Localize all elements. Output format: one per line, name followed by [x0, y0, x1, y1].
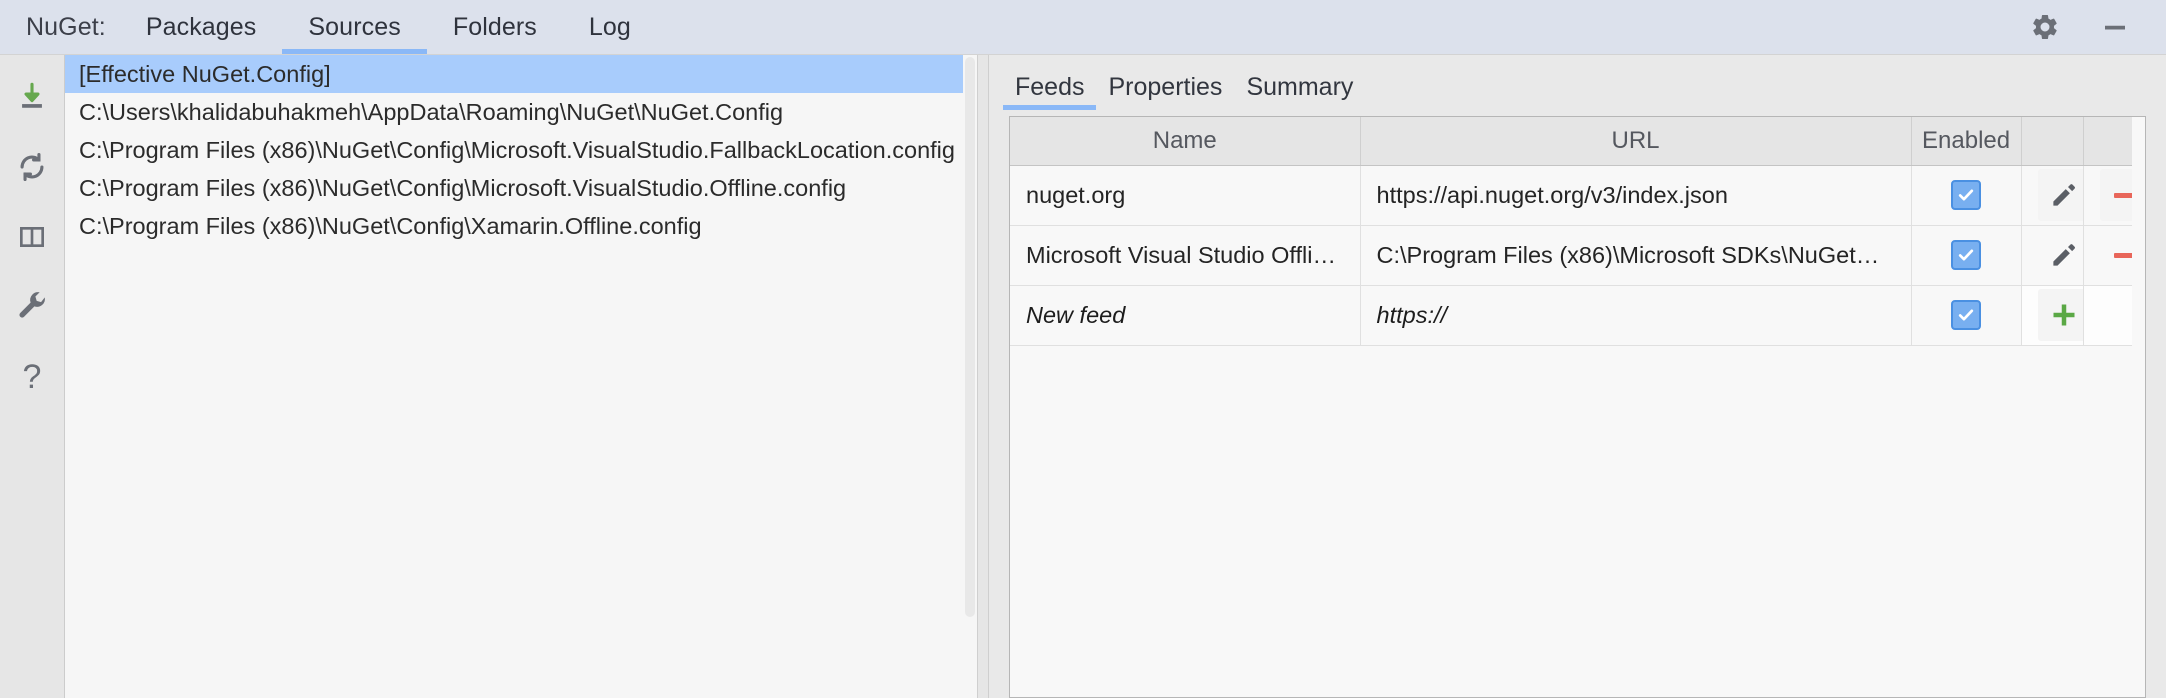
help-icon[interactable]: ? [8, 353, 56, 401]
table-row[interactable]: New feed https:// [1010, 285, 2145, 345]
tab-properties-label: Properties [1108, 73, 1222, 101]
list-item[interactable]: C:\Users\khalidabuhakmeh\AppData\Roaming… [65, 93, 977, 131]
list-item-label: C:\Program Files (x86)\NuGet\Config\Micr… [79, 175, 846, 202]
tab-sources[interactable]: Sources [282, 0, 426, 54]
column-header-enabled[interactable]: Enabled [1911, 117, 2021, 165]
list-item-label: C:\Program Files (x86)\NuGet\Config\Xama… [79, 213, 702, 240]
split-panel-icon[interactable] [8, 213, 56, 261]
cell-name[interactable]: New feed [1010, 285, 1360, 345]
tab-properties[interactable]: Properties [1096, 75, 1234, 110]
column-header-name[interactable]: Name [1010, 117, 1360, 165]
cell-url[interactable]: https://api.nuget.org/v3/index.json [1360, 165, 1911, 225]
cell-url[interactable]: https:// [1360, 285, 1911, 345]
list-item[interactable]: C:\Program Files (x86)\NuGet\Config\Xama… [65, 207, 977, 245]
list-scrollbar-thumb[interactable] [965, 57, 975, 617]
feeds-table-header: Name URL Enabled [1010, 117, 2145, 165]
table-row[interactable]: nuget.org https://api.nuget.org/v3/index… [1010, 165, 2145, 225]
cell-name[interactable]: nuget.org [1010, 165, 1360, 225]
list-item-label: C:\Program Files (x86)\NuGet\Config\Micr… [79, 137, 955, 164]
cell-enabled [1911, 225, 2021, 285]
tab-feeds[interactable]: Feeds [1003, 75, 1096, 110]
column-header-url[interactable]: URL [1360, 117, 1911, 165]
gear-icon[interactable] [2028, 10, 2062, 44]
config-file-list: [Effective NuGet.Config] C:\Users\khalid… [65, 55, 977, 698]
pencil-icon[interactable] [2038, 169, 2084, 221]
feeds-table-body: nuget.org https://api.nuget.org/v3/index… [1010, 165, 2145, 345]
list-item-label: C:\Users\khalidabuhakmeh\AppData\Roaming… [79, 99, 783, 126]
list-item[interactable]: C:\Program Files (x86)\NuGet\Config\Micr… [65, 169, 977, 207]
refresh-icon[interactable] [8, 143, 56, 191]
tool-rail: ? [0, 55, 65, 698]
table-vertical-scrollbar[interactable] [2132, 117, 2145, 697]
nuget-tool-window: NuGet: Packages Sources Folders Log [0, 0, 2166, 698]
detail-tabs: Feeds Properties Summary [989, 55, 2166, 110]
tab-sources-label: Sources [308, 13, 400, 42]
cell-name[interactable]: Microsoft Visual Studio Offli… [1010, 225, 1360, 285]
table-header-row: Name URL Enabled [1010, 117, 2145, 165]
plus-icon[interactable] [2038, 289, 2084, 341]
list-item-label: [Effective NuGet.Config] [79, 61, 331, 88]
tab-log[interactable]: Log [563, 0, 657, 54]
enabled-checkbox[interactable] [1951, 180, 1981, 210]
wrench-icon[interactable] [8, 283, 56, 331]
feeds-table: Name URL Enabled nuget.org https://api.n… [1010, 117, 2145, 346]
list-item[interactable]: [Effective NuGet.Config] [65, 55, 977, 93]
pencil-icon[interactable] [2038, 229, 2084, 281]
list-vertical-scrollbar[interactable] [963, 55, 977, 698]
titlebar-actions [2028, 0, 2166, 54]
window-body: ? [Effective NuGet.Config] C:\Users\khal… [0, 55, 2166, 698]
minimize-icon[interactable] [2098, 10, 2132, 44]
panel-splitter[interactable] [977, 55, 989, 698]
tab-feeds-label: Feeds [1015, 73, 1084, 101]
tab-summary[interactable]: Summary [1234, 75, 1365, 110]
title-bar: NuGet: Packages Sources Folders Log [0, 0, 2166, 55]
enabled-checkbox[interactable] [1951, 300, 1981, 330]
tab-packages[interactable]: Packages [120, 0, 283, 54]
cell-enabled [1911, 165, 2021, 225]
tab-packages-label: Packages [146, 13, 257, 42]
cell-enabled [1911, 285, 2021, 345]
feeds-table-container: Name URL Enabled nuget.org https://api.n… [1009, 116, 2146, 698]
help-icon-glyph: ? [23, 360, 42, 394]
list-item[interactable]: C:\Program Files (x86)\NuGet\Config\Micr… [65, 131, 977, 169]
detail-panel: Feeds Properties Summary Name [989, 55, 2166, 698]
cell-edit [2021, 165, 2083, 225]
tab-summary-label: Summary [1246, 73, 1353, 101]
cell-url[interactable]: C:\Program Files (x86)\Microsoft SDKs\Nu… [1360, 225, 1911, 285]
table-row[interactable]: Microsoft Visual Studio Offli… C:\Progra… [1010, 225, 2145, 285]
tab-folders[interactable]: Folders [427, 0, 563, 54]
enabled-checkbox[interactable] [1951, 240, 1981, 270]
tab-log-label: Log [589, 13, 631, 42]
app-label: NuGet: [0, 0, 120, 54]
cell-add [2021, 285, 2083, 345]
cell-edit [2021, 225, 2083, 285]
tab-folders-label: Folders [453, 13, 537, 42]
download-icon[interactable] [8, 73, 56, 121]
column-header-edit [2021, 117, 2083, 165]
titlebar-spacer [657, 0, 2028, 54]
